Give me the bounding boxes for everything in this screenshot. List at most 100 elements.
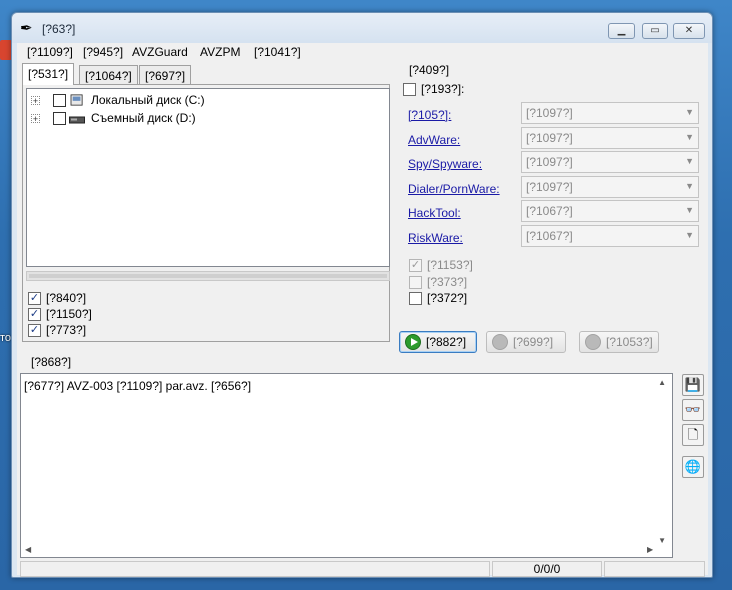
menu-bar: [?1109?] [?945?] AVZGuard AVZPM [?1041?] — [17, 43, 708, 61]
status-cell-extra — [604, 561, 705, 577]
chevron-down-icon: ▼ — [685, 181, 694, 191]
clear-log-button[interactable]: 🗋 — [682, 424, 704, 446]
tree-horizontal-scrollbar[interactable] — [26, 271, 390, 281]
option-label: [?840?] — [46, 291, 87, 305]
save-icon: 💾 — [684, 377, 702, 392]
tab-search-params[interactable]: [?697?] — [139, 65, 192, 85]
stop-button[interactable]: [?1053?] — [579, 331, 659, 353]
checkbox[interactable]: ✓ — [409, 259, 422, 272]
log-textarea[interactable]: [?677?] AVZ-003 [?1109?] par.avz. [?656?… — [20, 373, 673, 558]
checkbox[interactable] — [409, 276, 422, 289]
option-label: [?372?] — [427, 291, 468, 305]
stop-icon — [585, 334, 601, 350]
option-copy-to-infected[interactable]: [?373?] — [409, 275, 489, 291]
stop-button-label: [?1053?] — [606, 335, 653, 349]
glasses-icon: 👓 — [684, 402, 702, 417]
category-action-select[interactable]: [?1097?] ▼ — [521, 127, 699, 149]
scroll-down-icon[interactable]: ▼ — [658, 536, 666, 545]
minimize-button[interactable]: ▁ — [608, 23, 635, 39]
avz-main-window: ✒ [?63?] ▁ ▭ ✕ [?1109?] [?945?] AVZGuard… — [11, 12, 713, 578]
window-title: [?63?] — [42, 22, 76, 36]
category-link-dialer[interactable]: Dialer/PornWare: — [408, 182, 500, 196]
chevron-down-icon: ▼ — [685, 205, 694, 215]
tree-item-drive-d[interactable]: + Съемный диск (D:) — [31, 110, 381, 128]
tree-item-label: Съемный диск (D:) — [91, 111, 196, 125]
menu-service[interactable]: [?945?] — [83, 45, 123, 59]
category-action-select[interactable]: [?1067?] ▼ — [521, 225, 699, 247]
expand-icon[interactable]: + — [31, 114, 40, 124]
category-link-advware[interactable]: AdvWare: — [408, 133, 460, 147]
select-value: [?1097?] — [526, 131, 573, 145]
option-label: [?373?] — [427, 275, 468, 289]
log-text: [?677?] AVZ-003 [?1109?] par.avz. [?656?… — [24, 379, 252, 393]
checkbox[interactable] — [409, 292, 422, 305]
tab-file-types[interactable]: [?1064?] — [79, 65, 138, 85]
pause-icon — [492, 334, 508, 350]
option-label: [?1153?] — [427, 258, 473, 272]
tree-item-drive-c[interactable]: + Локальный диск (C:) — [31, 92, 381, 110]
pause-button-label: [?699?] — [513, 335, 554, 349]
chevron-down-icon: ▼ — [685, 156, 694, 166]
drive-c-checkbox[interactable] — [53, 94, 66, 107]
removable-drive-icon — [69, 116, 85, 124]
menu-file[interactable]: [?1109?] — [27, 45, 73, 59]
save-log-button[interactable]: 💾 — [682, 374, 704, 396]
select-value: [?1067?] — [526, 204, 573, 218]
hard-drive-icon — [70, 94, 83, 106]
checkbox[interactable] — [403, 83, 416, 96]
chevron-down-icon: ▼ — [685, 230, 694, 240]
category-action-select[interactable]: [?1097?] ▼ — [521, 151, 699, 173]
menu-avzpm[interactable]: AVZPM — [200, 45, 240, 59]
title-bar[interactable]: ✒ [?63?] ▁ ▭ ✕ — [12, 13, 712, 43]
drive-d-checkbox[interactable] — [53, 112, 66, 125]
category-link-spyware[interactable]: Spy/Spyware: — [408, 157, 482, 171]
select-value: [?1097?] — [526, 155, 573, 169]
expand-icon[interactable]: + — [31, 96, 40, 106]
status-bar: 0/0/0 — [20, 561, 705, 577]
view-quarantine-button[interactable]: 👓 — [682, 399, 704, 421]
checkbox[interactable]: ✓ — [28, 324, 41, 337]
select-value: [?1097?] — [526, 106, 573, 120]
option-scan-ntfs-streams[interactable]: ✓ [?773?] — [28, 323, 148, 339]
menu-avzguard[interactable]: AVZGuard — [132, 45, 188, 59]
status-counter: 0/0/0 — [492, 561, 602, 577]
category-action-select[interactable]: [?1097?] ▼ — [521, 102, 699, 124]
update-button[interactable]: 🌐 — [682, 456, 704, 478]
category-action-select[interactable]: [?1097?] ▼ — [521, 176, 699, 198]
category-link-hacktool[interactable]: HackTool: — [408, 206, 461, 220]
option-label: [?1150?] — [46, 307, 92, 321]
option-scan-large-archives[interactable]: ✓ [?1150?] — [28, 307, 148, 323]
option-copy-suspicious[interactable]: [?372?] — [409, 291, 489, 307]
menu-help[interactable]: [?1041?] — [254, 45, 301, 59]
category-link-viruses[interactable]: [?105?]: — [408, 108, 451, 122]
tree-item-label: Локальный диск (C:) — [91, 93, 205, 107]
checkbox[interactable]: ✓ — [28, 308, 41, 321]
scroll-right-icon[interactable]: ▶ — [647, 545, 653, 554]
status-cell-main — [20, 561, 490, 577]
tab-scan-area[interactable]: [?531?] — [22, 63, 75, 85]
app-icon: ✒ — [20, 20, 33, 37]
start-button-label: [?882?] — [426, 335, 467, 349]
option-enable-treatment[interactable]: [?193?]: — [403, 82, 483, 98]
play-icon — [405, 334, 421, 350]
start-button[interactable]: [?882?] — [399, 331, 477, 353]
maximize-button[interactable]: ▭ — [642, 23, 668, 39]
globe-icon: 🌐 — [684, 459, 702, 474]
chevron-down-icon: ▼ — [685, 107, 694, 117]
desktop-icon-label: то — [0, 332, 12, 344]
close-button[interactable]: ✕ — [673, 23, 705, 39]
new-document-icon: 🗋 — [687, 427, 699, 442]
group-caption: [?409?] — [407, 63, 452, 77]
option-scan-archives[interactable]: ✓ [?840?] — [28, 291, 148, 307]
option-label: [?773?] — [46, 323, 87, 337]
checkbox[interactable]: ✓ — [28, 292, 41, 305]
pause-button[interactable]: [?699?] — [486, 331, 566, 353]
client-area: [?531?] [?1064?] [?697?] + Локальный дис… — [17, 61, 708, 577]
scroll-left-icon[interactable]: ◀ — [25, 545, 31, 554]
option-label: [?193?]: — [421, 82, 465, 96]
option-copy-to-quarantine[interactable]: ✓ [?1153?] — [409, 258, 489, 274]
select-value: [?1097?] — [526, 180, 573, 194]
category-action-select[interactable]: [?1067?] ▼ — [521, 200, 699, 222]
category-link-riskware[interactable]: RiskWare: — [408, 231, 463, 245]
scroll-up-icon[interactable]: ▲ — [658, 378, 666, 387]
